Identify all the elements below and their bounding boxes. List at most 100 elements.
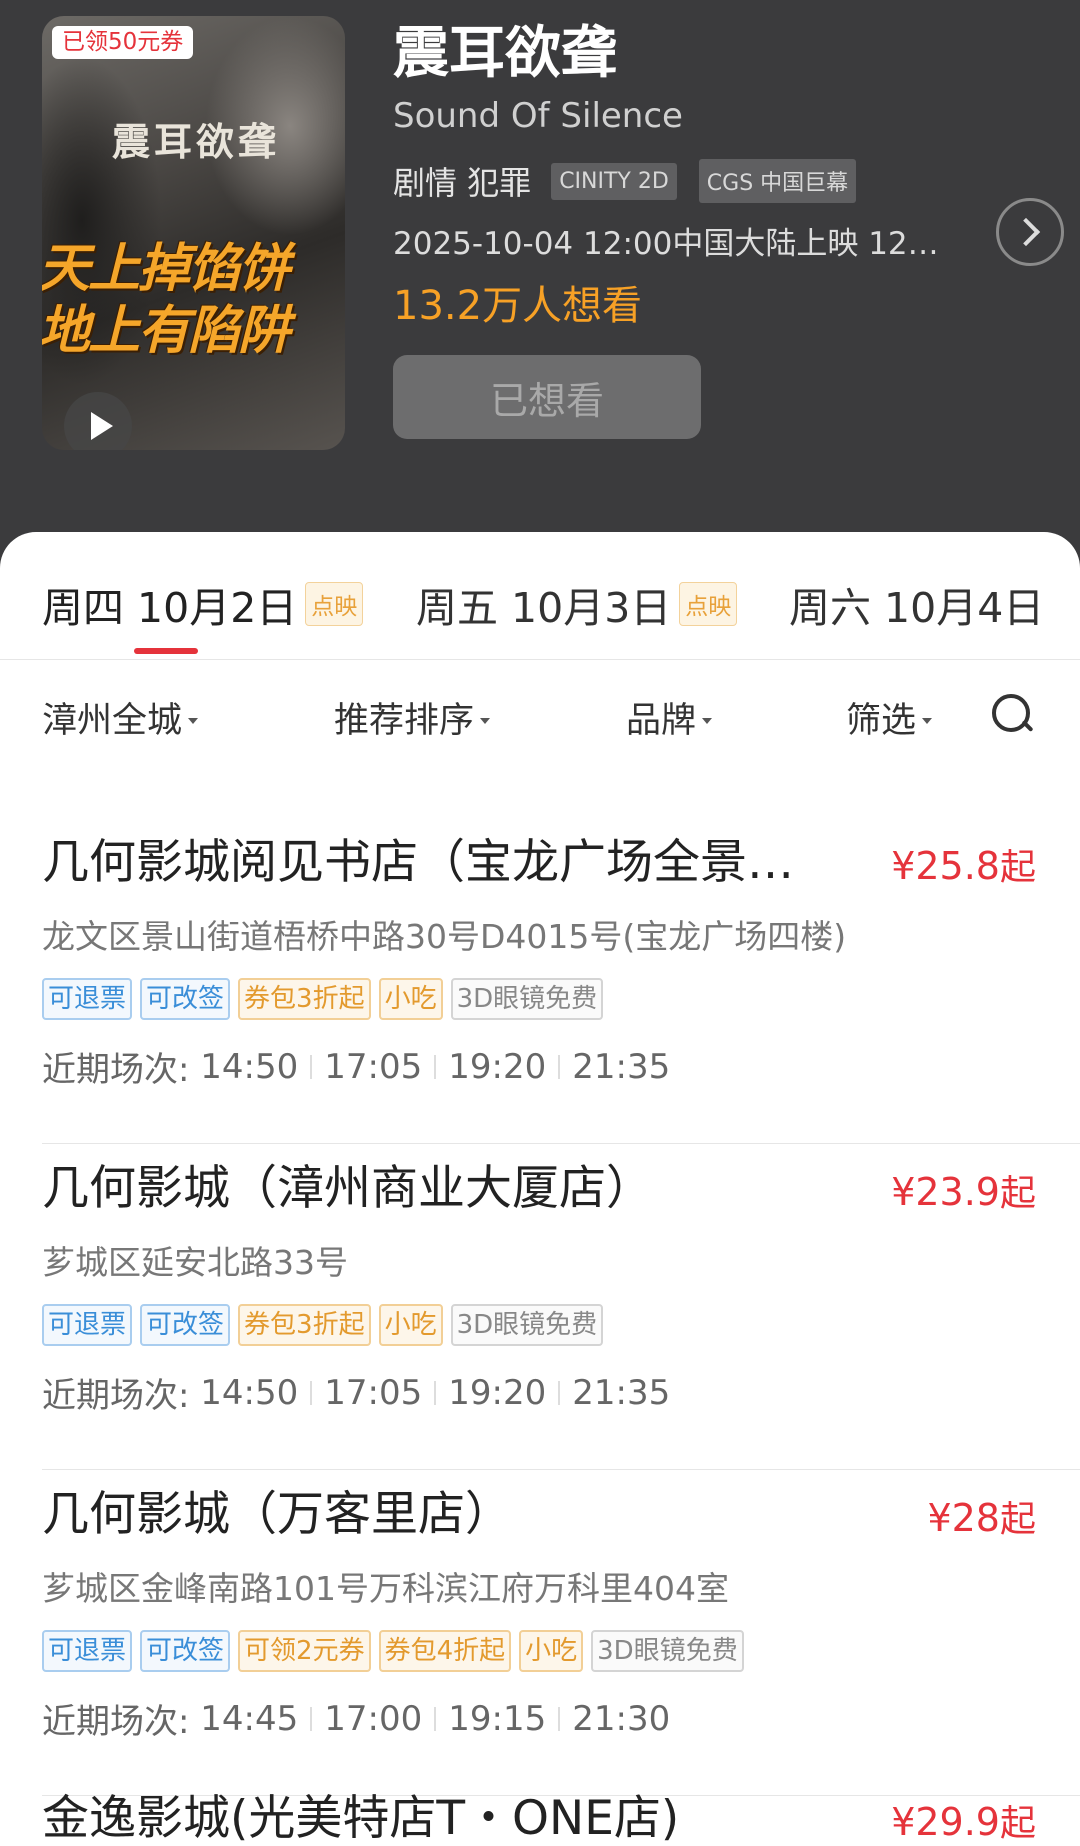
- search-icon[interactable]: [990, 692, 1034, 738]
- showtime: 19:15: [448, 1698, 547, 1739]
- cinema-price: ¥29.9起: [891, 1794, 1036, 1846]
- movie-info: 震耳欲聋 Sound Of Silence 剧情 犯罪 CINITY 2D CG…: [393, 18, 993, 439]
- coupon-pack-tag: 券包3折起: [238, 978, 371, 1020]
- showtime: 17:05: [324, 1372, 423, 1413]
- coupon-pack-tag: 券包4折起: [378, 1630, 512, 1672]
- preview-badge: 点映: [305, 582, 364, 626]
- cinema-tags: 可退票 可改签 可领2元券 券包4折起 小吃 3D眼镜免费: [42, 1630, 1080, 1672]
- movie-title-en: Sound Of Silence: [393, 96, 683, 136]
- price-value: ¥29.9: [891, 1800, 1000, 1844]
- date-tabs: 周四 10月2日 点映 周五 10月3日 点映 周六 10月4日: [0, 532, 1080, 660]
- want-count: 13.2万人想看: [393, 283, 643, 329]
- cinema-item[interactable]: 金逸影城(光美特店T・ONE店) ¥29.9起: [42, 1788, 1080, 1846]
- cinema-item[interactable]: 几何影城阅见书店（宝龙广场全景声厅） ¥25.8起 龙文区景山街道梧桥中路30号…: [42, 832, 1080, 1144]
- coupon-pack-tag: 券包3折起: [238, 1304, 371, 1346]
- reschedule-tag: 可改签: [140, 1630, 231, 1672]
- cinema-price: ¥28起: [927, 1490, 1036, 1542]
- city-filter[interactable]: 漳州全城: [42, 692, 199, 743]
- showtime: 14:45: [200, 1698, 299, 1739]
- showtime: 21:35: [572, 1372, 671, 1413]
- price-value: ¥28: [927, 1496, 1000, 1540]
- date-tab-label: 周六 10月4日: [789, 584, 1045, 632]
- cinema-name: 几何影城（万客里店）: [42, 1487, 512, 1542]
- separator: [434, 1706, 437, 1731]
- separator: [558, 1380, 561, 1405]
- cinema-price: ¥25.8起: [891, 838, 1036, 890]
- showtime: 17:00: [324, 1698, 423, 1739]
- more-filter-label: 筛选: [846, 701, 917, 741]
- refund-tag: 可退票: [42, 1304, 133, 1346]
- sort-filter[interactable]: 推荐排序: [334, 692, 491, 743]
- separator: [310, 1054, 313, 1079]
- separator: [558, 1706, 561, 1731]
- caret-down-icon: [480, 717, 491, 724]
- price-suffix: 起: [999, 1803, 1036, 1844]
- cinema-tags: 可退票 可改签 券包3折起 小吃 3D眼镜免费: [42, 1304, 1080, 1346]
- cinema-address: 芗城区金峰南路101号万科滨江府万科里404室: [42, 1569, 729, 1608]
- price-value: ¥25.8: [891, 844, 1000, 888]
- showtimes-label: 近期场次:: [42, 1702, 190, 1742]
- filter-bar: 漳州全城 推荐排序 品牌 筛选: [0, 692, 1080, 802]
- chevron-right-icon[interactable]: [996, 198, 1064, 266]
- preview-badge: 点映: [679, 582, 738, 626]
- showtime: 14:50: [200, 1372, 299, 1413]
- separator: [434, 1380, 437, 1405]
- more-filter[interactable]: 筛选: [846, 692, 933, 743]
- movie-header: 已领50元券 震耳欲聋 天上掉馅饼 地上有陷阱 震耳欲聋 Sound Of Si…: [0, 0, 1080, 560]
- glasses-tag: 3D眼镜免费: [450, 978, 604, 1020]
- poster-slogan: 天上掉馅饼 地上有陷阱: [42, 238, 290, 362]
- price-value: ¥23.9: [891, 1170, 1000, 1214]
- cinema-item[interactable]: 几何影城（万客里店） ¥28起 芗城区金峰南路101号万科滨江府万科里404室 …: [42, 1484, 1080, 1796]
- price-suffix: 起: [999, 847, 1036, 888]
- price-suffix: 起: [999, 1499, 1036, 1540]
- movie-poster[interactable]: 已领50元券 震耳欲聋 天上掉馅饼 地上有陷阱: [42, 16, 345, 450]
- play-icon[interactable]: [64, 392, 132, 450]
- genre-row: 剧情 犯罪 CINITY 2D CGS 中国巨幕: [393, 158, 993, 204]
- cinema-price: ¥23.9起: [891, 1164, 1036, 1216]
- separator: [310, 1706, 313, 1731]
- brand-filter[interactable]: 品牌: [626, 692, 713, 743]
- cinema-name: 几何影城阅见书店（宝龙广场全景声厅）: [42, 835, 822, 890]
- caret-down-icon: [922, 717, 933, 724]
- caret-down-icon: [702, 717, 713, 724]
- city-filter-label: 漳州全城: [42, 701, 183, 741]
- snack-tag: 小吃: [378, 978, 443, 1020]
- date-tab[interactable]: 周六 10月4日: [789, 574, 1044, 634]
- separator: [310, 1380, 313, 1405]
- date-tab[interactable]: 周四 10月2日 点映: [42, 574, 364, 634]
- showtimes: 近期场次: 14:45 17:00 19:15 21:30: [42, 1694, 1080, 1743]
- poster-slogan-line-1: 天上掉馅饼: [42, 239, 290, 299]
- cinema-address: 龙文区景山街道梧桥中路30号D4015号(宝龙广场四楼): [42, 917, 847, 956]
- snack-tag: 小吃: [378, 1304, 443, 1346]
- cinema-tags: 可退票 可改签 券包3折起 小吃 3D眼镜免费: [42, 978, 1080, 1020]
- release-info: 2025-10-04 12:00中国大陆上映 125分钟: [393, 226, 948, 262]
- refund-tag: 可退票: [42, 1630, 133, 1672]
- date-tab-label: 周四 10月2日: [42, 584, 298, 632]
- active-tab-indicator: [134, 648, 198, 654]
- date-tab-label: 周五 10月3日: [416, 584, 672, 632]
- cinema-name: 几何影城（漳州商业大厦店）: [42, 1161, 653, 1216]
- brand-filter-label: 品牌: [626, 701, 697, 741]
- sort-filter-label: 推荐排序: [334, 701, 475, 741]
- date-tab[interactable]: 周五 10月3日 点映: [416, 574, 738, 634]
- refund-tag: 可退票: [42, 978, 133, 1020]
- showtime: 14:50: [200, 1046, 299, 1087]
- showtimes: 近期场次: 14:50 17:05 19:20 21:35: [42, 1368, 1080, 1417]
- showtimes: 近期场次: 14:50 17:05 19:20 21:35: [42, 1042, 1080, 1091]
- showtime: 17:05: [324, 1046, 423, 1087]
- movie-genre: 剧情 犯罪: [393, 164, 532, 202]
- format-tag: CGS 中国巨幕: [698, 159, 857, 203]
- showtime: 21:30: [572, 1698, 671, 1739]
- separator: [558, 1054, 561, 1079]
- cinema-item[interactable]: 几何影城（漳州商业大厦店） ¥23.9起 芗城区延安北路33号 可退票 可改签 …: [42, 1158, 1080, 1470]
- price-suffix: 起: [999, 1173, 1036, 1214]
- coupon-tag: 可领2元券: [238, 1630, 371, 1672]
- want-button[interactable]: 已想看: [393, 355, 701, 439]
- showtime: 21:35: [572, 1046, 671, 1087]
- movie-title: 震耳欲聋: [393, 21, 617, 86]
- showtimes-label: 近期场次:: [42, 1050, 190, 1090]
- snack-tag: 小吃: [519, 1630, 584, 1672]
- format-tag: CINITY 2D: [551, 162, 677, 200]
- glasses-tag: 3D眼镜免费: [591, 1630, 744, 1672]
- cinema-sheet: 周四 10月2日 点映 周五 10月3日 点映 周六 10月4日 漳州全城 推荐…: [0, 532, 1080, 1846]
